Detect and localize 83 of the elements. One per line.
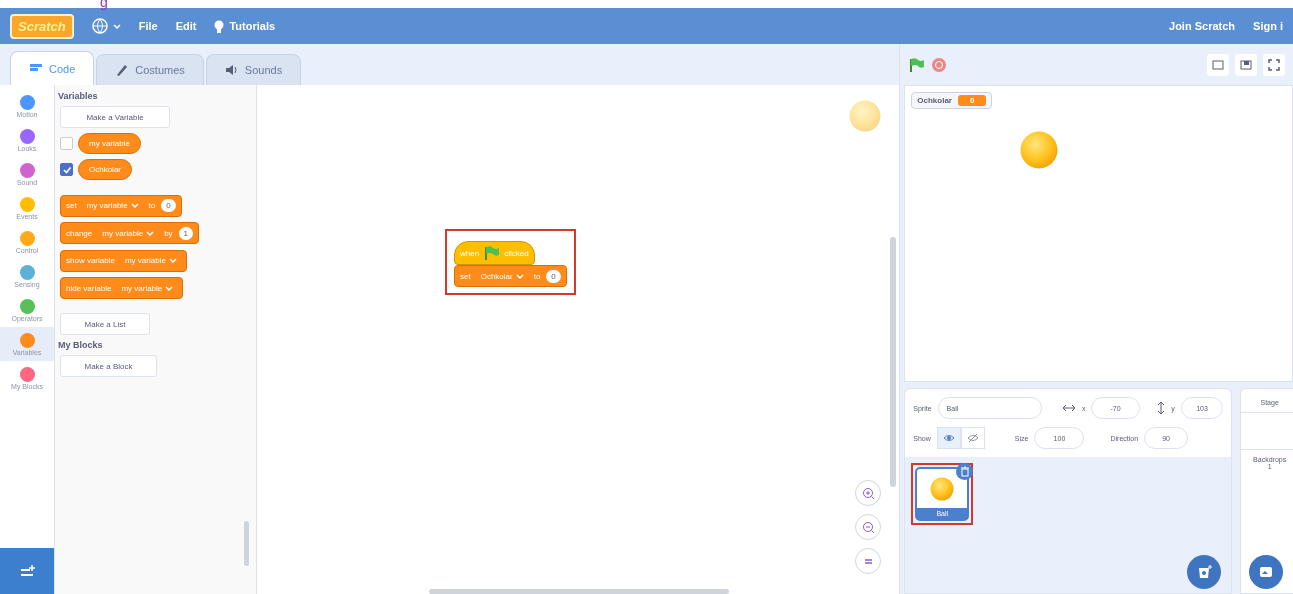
caret-icon [130,202,139,209]
fullscreen-icon [1268,58,1280,71]
image-icon [1258,564,1275,580]
menu-item[interactable]: Edit [175,20,197,32]
checkbox[interactable] [60,163,73,176]
block-label: when [460,248,480,258]
code-block[interactable]: hide variable my variable [60,277,184,299]
section-heading: My Blocks [58,340,104,350]
block-label: change [66,228,93,238]
block-label: by [164,228,173,238]
caret-icon [112,22,121,30]
caret-icon [515,272,524,280]
block-label: set [460,271,471,281]
large-stage-button[interactable] [1235,53,1257,76]
add-extension-button[interactable] [0,548,54,594]
block-label: set [66,201,77,210]
hidden-eye-icon [966,433,979,443]
block-label: clicked [504,248,529,258]
vertical-arrows-icon [1157,401,1166,415]
menu-item[interactable]: Sign i [1253,20,1283,32]
lightbulb-icon [214,19,225,33]
caret-icon [165,284,174,292]
block-label: show variable [66,256,115,265]
code-block[interactable]: change my variable by 1 [60,222,200,244]
sprite-ghost-icon [849,100,882,132]
number-input[interactable]: 0 [546,269,561,283]
zoom-in-icon [861,486,875,500]
editor-tab[interactable]: Sounds [205,54,302,85]
large-stage-icon [1240,58,1252,71]
make-variable-button[interactable]: Make a Variable [60,106,170,128]
editor-tab[interactable]: Costumes [96,54,204,85]
eye-icon [942,433,955,443]
scrollbar[interactable] [244,521,249,566]
checkbox[interactable] [60,137,73,150]
horizontal-arrows-icon [1061,404,1076,412]
ball-icon [930,476,955,501]
caption-fragment: g [100,0,108,10]
stop-icon[interactable] [931,56,948,73]
fullscreen-button[interactable] [1263,53,1285,76]
visibility-toggle[interactable] [936,427,961,449]
flag-icon[interactable] [483,245,501,261]
section-heading: Variables [58,91,99,101]
make-list-button[interactable]: Make a List [60,313,150,335]
zoom-out-icon [861,520,875,534]
scrollbar[interactable] [890,237,897,487]
variable-reporter[interactable]: Ochkolar [78,159,132,180]
choose-backdrop-button[interactable] [1249,555,1284,589]
code-block[interactable]: set my variable to 0 [60,194,182,217]
monitor-label: Ochkolar [917,96,952,105]
delete-button[interactable] [956,463,974,480]
menu-item[interactable]: Join Scratch [1169,20,1236,32]
monitor-value: 0 [958,95,987,106]
zoom-reset-button[interactable] [855,548,882,574]
scratch-logo[interactable]: Scratch [10,13,74,39]
flag-icon[interactable] [908,56,926,73]
block-label: hide variable [66,283,112,293]
make-block-button[interactable]: Make a Block [60,355,157,377]
menu-item[interactable]: Tutorials [229,20,276,32]
ball-sprite-drawing [1020,131,1059,169]
code-block[interactable]: set Ochkolar to 0 [454,265,567,287]
choose-sprite-button[interactable] [1187,555,1222,589]
code-block[interactable]: show variable my variable [60,249,187,272]
number-input[interactable]: 1 [178,226,194,240]
brush-icon [115,63,130,77]
editor-tab[interactable]: Code [10,51,95,85]
scrollbar[interactable] [429,589,729,594]
caret-icon [168,257,177,264]
trash-icon [959,466,970,477]
number-input[interactable]: 0 [161,199,176,212]
check-icon [61,164,72,175]
extension-icon [18,564,36,578]
zoom-out-button[interactable] [855,514,882,540]
small-stage-icon [1212,58,1224,71]
variable-reporter[interactable]: my variable [78,133,141,154]
block-label: to [148,201,156,210]
caret-icon [146,229,155,237]
zoom-in-button[interactable] [855,480,882,506]
globe-icon[interactable] [91,18,108,34]
speaker-icon [224,63,239,77]
small-stage-button[interactable] [1207,53,1229,76]
block-label: to [533,271,541,281]
visibility-toggle[interactable] [960,427,985,449]
menu-item[interactable]: File [138,20,158,32]
